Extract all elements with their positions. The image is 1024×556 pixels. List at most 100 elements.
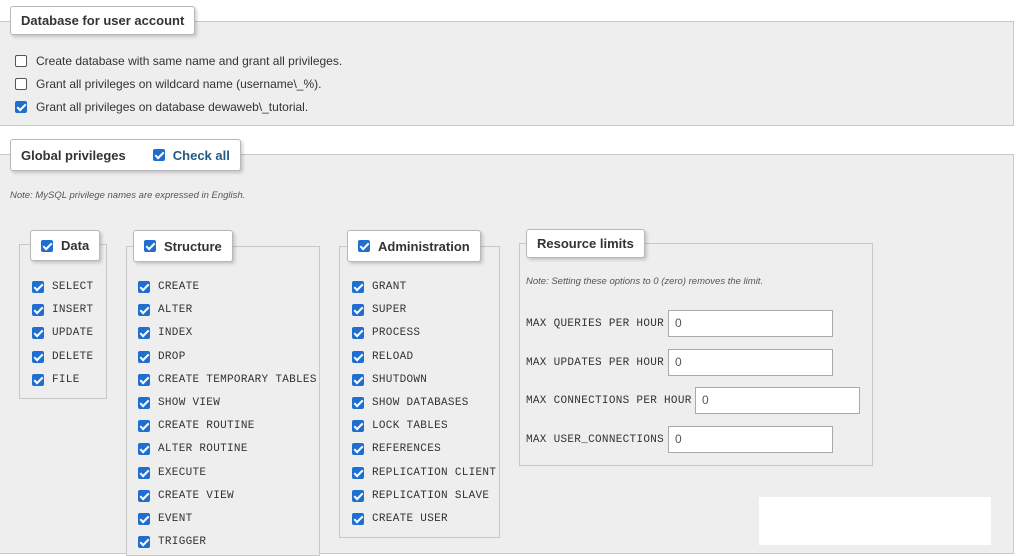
max-queries-input[interactable]: 0 bbox=[668, 310, 833, 337]
checkbox[interactable] bbox=[138, 327, 150, 340]
privilege-shutdown[interactable]: SHUTDOWN bbox=[352, 373, 427, 386]
privilege-lock-tables[interactable]: LOCK TABLES bbox=[352, 420, 448, 433]
privilege-label: CREATE USER bbox=[372, 513, 448, 525]
structure-group-checkbox[interactable] bbox=[144, 240, 156, 252]
checkbox[interactable] bbox=[352, 466, 364, 479]
privilege-create[interactable]: CREATE bbox=[138, 281, 199, 293]
checkbox[interactable] bbox=[138, 304, 150, 317]
checkbox[interactable] bbox=[32, 281, 44, 293]
checkbox[interactable] bbox=[352, 443, 364, 456]
checkbox[interactable] bbox=[138, 281, 150, 293]
privilege-insert[interactable]: INSERT bbox=[32, 304, 94, 317]
db-option-create-same-name[interactable]: Create database with same name and grant… bbox=[15, 54, 342, 68]
privilege-label: FILE bbox=[52, 373, 80, 386]
checkbox[interactable] bbox=[138, 420, 150, 433]
privilege-update[interactable]: UPDATE bbox=[32, 327, 94, 340]
checkbox[interactable] bbox=[15, 78, 27, 90]
checkbox[interactable] bbox=[352, 513, 364, 525]
data-group-label: Data bbox=[61, 238, 90, 253]
database-for-user-account-title: Database for user account bbox=[21, 13, 185, 28]
privilege-grant[interactable]: GRANT bbox=[352, 281, 407, 293]
administration-group-checkbox[interactable] bbox=[358, 240, 370, 252]
checkbox[interactable] bbox=[32, 373, 44, 386]
privilege-show-view[interactable]: SHOW VIEW bbox=[138, 397, 220, 409]
privilege-super[interactable]: SUPER bbox=[352, 304, 407, 317]
privilege-label: GRANT bbox=[372, 281, 407, 293]
checkbox[interactable] bbox=[352, 373, 364, 386]
privilege-index[interactable]: INDEX bbox=[138, 327, 193, 340]
privilege-alter-routine[interactable]: ALTER ROUTINE bbox=[138, 443, 248, 456]
checkbox[interactable] bbox=[15, 55, 27, 67]
checkbox[interactable] bbox=[32, 304, 44, 317]
privilege-label: CREATE bbox=[158, 281, 200, 293]
privilege-label: TRIGGER bbox=[158, 536, 207, 549]
checkbox[interactable] bbox=[138, 443, 150, 456]
privilege-create-routine[interactable]: CREATE ROUTINE bbox=[138, 420, 255, 433]
privilege-create-temporary-tables[interactable]: CREATE TEMPORARY TABLES bbox=[138, 373, 317, 386]
db-option-label: Create database with same name and grant… bbox=[36, 54, 343, 68]
privilege-process[interactable]: PROCESS bbox=[352, 327, 421, 340]
checkbox[interactable] bbox=[138, 373, 150, 386]
privilege-alter[interactable]: ALTER bbox=[138, 304, 193, 317]
privilege-label: PROCESS bbox=[372, 327, 421, 340]
checkbox[interactable] bbox=[352, 304, 364, 317]
checkbox[interactable] bbox=[138, 350, 150, 363]
privilege-label: SELECT bbox=[52, 281, 94, 293]
checkbox[interactable] bbox=[138, 466, 150, 479]
global-privileges-legend: Global privileges Check all bbox=[10, 139, 241, 171]
max-user-connections-input[interactable]: 0 bbox=[668, 426, 833, 453]
privilege-label: SHOW DATABASES bbox=[372, 397, 469, 409]
privilege-show-databases[interactable]: SHOW DATABASES bbox=[352, 397, 469, 409]
privilege-create-view[interactable]: CREATE VIEW bbox=[138, 489, 234, 502]
privilege-label: ALTER ROUTINE bbox=[158, 443, 248, 456]
checkbox[interactable] bbox=[138, 397, 150, 409]
privilege-label: CREATE VIEW bbox=[158, 489, 234, 502]
max-user-connections-label: MAX USER_CONNECTIONS bbox=[526, 434, 665, 446]
privilege-label: ALTER bbox=[158, 304, 193, 317]
data-group-checkbox[interactable] bbox=[41, 239, 53, 252]
privilege-label: SHOW VIEW bbox=[158, 397, 221, 409]
privilege-replication-client[interactable]: REPLICATION CLIENT bbox=[352, 466, 496, 479]
db-option-label: Grant all privileges on database dewaweb… bbox=[36, 100, 309, 114]
db-option-grant-database[interactable]: Grant all privileges on database dewaweb… bbox=[15, 100, 308, 114]
resource-limits-title: Resource limits bbox=[537, 236, 634, 251]
privilege-label: INSERT bbox=[52, 304, 94, 317]
privilege-trigger[interactable]: TRIGGER bbox=[138, 536, 207, 549]
checkbox[interactable] bbox=[352, 327, 364, 340]
resource-limits-note: Note: Setting these options to 0 (zero) … bbox=[526, 276, 764, 287]
privilege-select[interactable]: SELECT bbox=[32, 281, 93, 293]
checkbox[interactable] bbox=[32, 350, 44, 363]
max-connections-input[interactable]: 0 bbox=[695, 387, 860, 414]
check-all-label[interactable]: Check all bbox=[173, 148, 230, 163]
checkbox[interactable] bbox=[352, 350, 364, 363]
checkbox[interactable] bbox=[352, 281, 364, 293]
max-updates-input[interactable]: 0 bbox=[668, 349, 833, 376]
administration-group-label: Administration bbox=[378, 238, 470, 254]
checkbox[interactable] bbox=[352, 489, 364, 502]
checkbox[interactable] bbox=[352, 420, 364, 433]
privilege-reload[interactable]: RELOAD bbox=[352, 350, 414, 363]
max-updates-label: MAX UPDATES PER HOUR bbox=[526, 357, 665, 369]
privilege-label: CREATE ROUTINE bbox=[158, 420, 255, 433]
checkbox[interactable] bbox=[138, 513, 150, 525]
check-all-checkbox[interactable] bbox=[152, 149, 165, 161]
checkbox[interactable] bbox=[352, 397, 364, 409]
privilege-label: UPDATE bbox=[52, 327, 94, 340]
db-option-wildcard[interactable]: Grant all privileges on wildcard name (u… bbox=[15, 77, 321, 91]
checkbox[interactable] bbox=[138, 489, 150, 502]
privilege-label: RELOAD bbox=[372, 350, 414, 363]
privilege-replication-slave[interactable]: REPLICATION SLAVE bbox=[352, 489, 489, 502]
blank-area bbox=[759, 497, 991, 545]
privilege-label: EVENT bbox=[158, 513, 193, 525]
checkbox[interactable] bbox=[138, 536, 150, 549]
checkbox[interactable] bbox=[32, 327, 44, 340]
privilege-execute[interactable]: EXECUTE bbox=[138, 466, 206, 479]
privilege-create-user[interactable]: CREATE USER bbox=[352, 513, 448, 525]
privilege-drop[interactable]: DROP bbox=[138, 350, 186, 363]
checkbox[interactable] bbox=[15, 101, 27, 113]
privilege-delete[interactable]: DELETE bbox=[32, 350, 93, 363]
privilege-references[interactable]: REFERENCES bbox=[352, 443, 441, 456]
resource-limits-legend: Resource limits bbox=[526, 229, 645, 258]
privilege-file[interactable]: FILE bbox=[32, 373, 80, 386]
privilege-event[interactable]: EVENT bbox=[138, 513, 193, 525]
